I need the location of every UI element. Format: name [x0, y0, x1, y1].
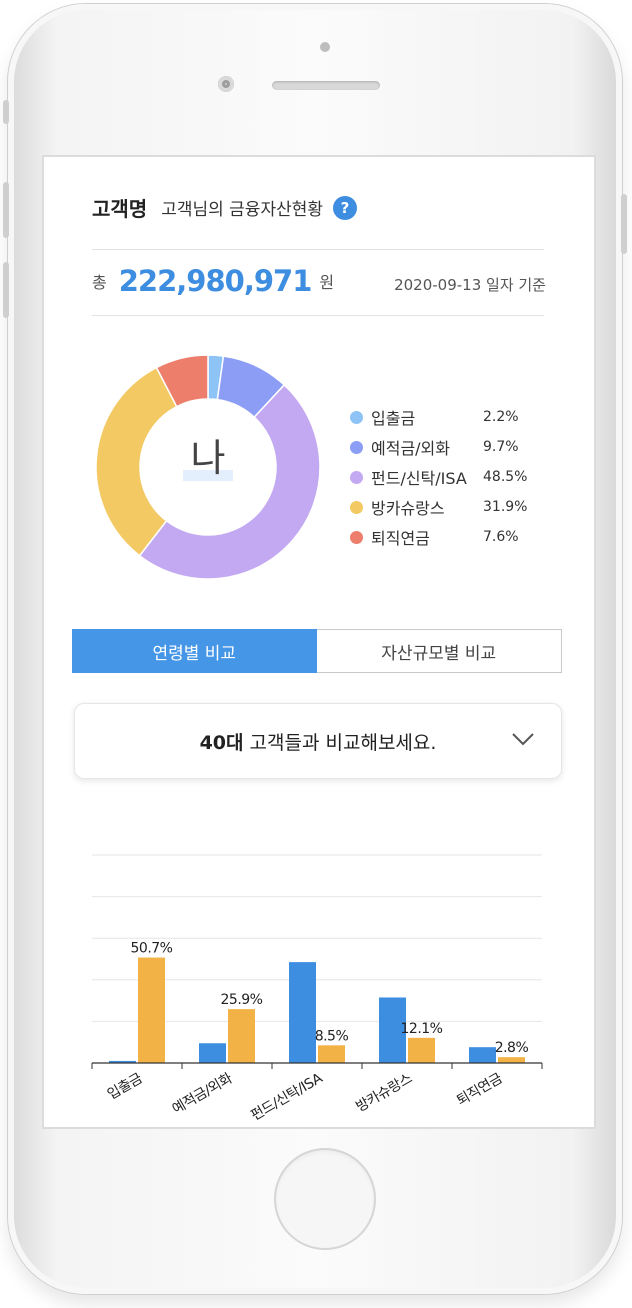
bar-blue — [199, 1043, 226, 1063]
legend-percent: 2.2% — [483, 409, 519, 425]
legend-dot — [350, 530, 363, 544]
phone-side-button — [3, 182, 9, 238]
as-of-date: 2020-09-13 일자 기준 — [394, 276, 546, 294]
chevron-down-icon — [512, 733, 534, 746]
legend-item: 방카슈랑스 31.9% — [350, 492, 527, 522]
age-group-dropdown[interactable]: 40대 고객들과 비교해보세요. — [74, 703, 562, 779]
dropdown-suffix: 고객들과 비교해보세요. — [243, 731, 437, 754]
dropdown-text: 40대 고객들과 비교해보세요. — [200, 728, 437, 755]
legend-dot — [350, 470, 363, 484]
total-prefix: 총 — [92, 273, 107, 292]
legend-label: 예적금/외화 — [371, 439, 450, 458]
total-assets: 총 222,980,971 원 — [92, 264, 334, 298]
total-amount: 222,980,971 — [118, 264, 313, 298]
phone-speaker — [272, 81, 380, 90]
bar-orange — [498, 1057, 525, 1063]
divider — [92, 315, 544, 316]
help-icon[interactable]: ? — [333, 195, 358, 220]
legend-label: 퇴직연금 — [371, 529, 430, 548]
phone-front-camera — [218, 76, 234, 92]
phone-side-button — [621, 194, 627, 254]
legend-percent: 48.5% — [483, 469, 528, 485]
x-tick-label: 입출금 — [105, 1070, 146, 1103]
legend-label: 방카슈랑스 — [371, 499, 445, 518]
bar-orange — [138, 957, 165, 1063]
bar-orange — [318, 1045, 345, 1063]
data-label: 2.8% — [495, 1040, 529, 1056]
data-label: 8.5% — [315, 1028, 349, 1044]
x-tick-label: 펀드/신탁/ISA — [248, 1070, 325, 1124]
legend-dot — [350, 440, 363, 454]
legend-item: 퇴직연금 7.6% — [350, 522, 527, 552]
legend-label: 입출금 — [371, 409, 416, 428]
bar-orange — [408, 1037, 435, 1063]
donut-center-label: 나 — [191, 436, 226, 480]
phone-side-button — [3, 100, 9, 124]
donut-slice-2 — [138, 383, 321, 580]
app-screen: 고객명 고객님의 금융자산현황 ? 총 222,980,971 원 2020-0… — [42, 155, 596, 1129]
x-tick-label: 퇴직연금 — [454, 1070, 505, 1109]
donut-legend: 입출금 2.2% 예적금/외화 9.7% 펀드/신탁/ISA 48.5% 방카슈랑스 31.9… — [350, 402, 527, 552]
age-compare-bar-chart: 50.7% 입출금 25.9% 예적금/외화 8.5% 펀드/신탁/ISA 12.1% 방카슈… — [91, 854, 543, 1124]
tab-asset-size-compare[interactable]: 자산규모별 비교 — [316, 630, 561, 672]
asset-header: 고객명 고객님의 금융자산현황 ? — [92, 193, 358, 222]
legend-item: 예적금/외화 9.7% — [350, 432, 527, 462]
bar-blue — [469, 1047, 496, 1063]
x-tick-label: 예적금/외화 — [170, 1070, 236, 1117]
legend-item: 입출금 2.2% — [350, 402, 527, 432]
tab-age-compare[interactable]: 연령별 비교 — [72, 629, 317, 673]
data-label: 50.7% — [131, 941, 173, 957]
asset-donut-chart: 나 — [95, 354, 321, 580]
total-unit: 원 — [319, 273, 335, 292]
x-tick-label: 방카슈랑스 — [353, 1070, 415, 1115]
compare-tabs: 연령별 비교 자산규모별 비교 — [72, 629, 562, 673]
phone-sensor — [320, 42, 330, 52]
home-button[interactable] — [274, 1148, 376, 1250]
legend-percent: 9.7% — [483, 439, 519, 455]
divider — [92, 249, 544, 250]
phone-side-button — [3, 262, 9, 318]
legend-percent: 7.6% — [483, 529, 519, 545]
legend-item: 펀드/신탁/ISA 48.5% — [350, 462, 527, 492]
bar-blue — [289, 962, 316, 1063]
data-label: 12.1% — [401, 1021, 443, 1037]
data-label: 25.9% — [221, 992, 263, 1008]
customer-name: 고객명 — [92, 197, 148, 221]
legend-dot — [350, 410, 363, 424]
age-group-value: 40대 — [199, 731, 244, 754]
legend-dot — [350, 500, 363, 514]
legend-label: 펀드/신탁/ISA — [371, 469, 467, 488]
header-subtitle: 고객님의 금융자산현황 — [161, 200, 324, 220]
bar-orange — [228, 1009, 255, 1063]
legend-percent: 31.9% — [483, 499, 528, 515]
